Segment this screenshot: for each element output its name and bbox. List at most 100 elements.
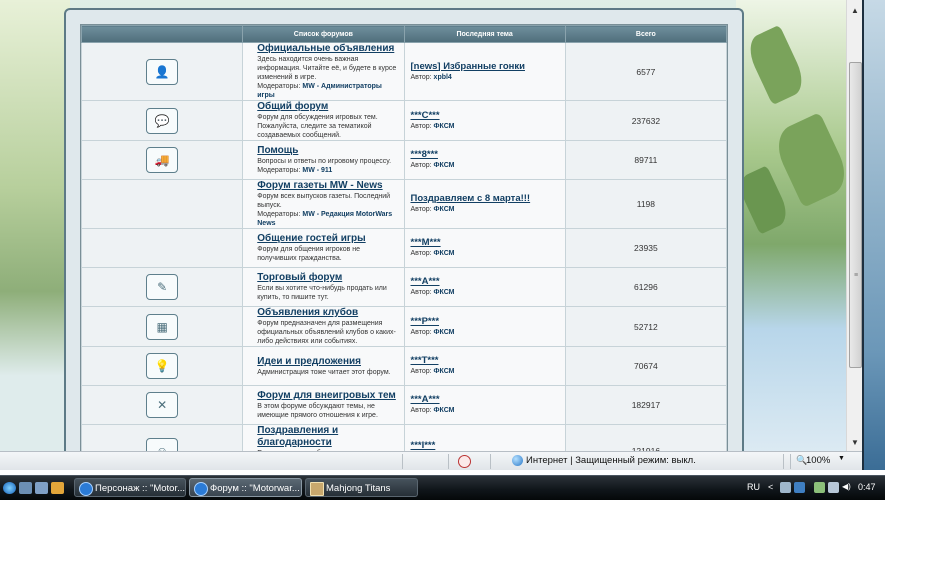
mahjong-icon	[310, 482, 324, 496]
author-link[interactable]: ФКСМ	[434, 123, 455, 130]
scrollbar-thumb[interactable]: ≡	[849, 62, 862, 368]
forum-description: Форум для общения игроков не получивших …	[257, 246, 361, 262]
last-topic-link[interactable]: ***A***	[411, 394, 559, 406]
last-topic-link[interactable]: ***P***	[411, 316, 559, 328]
author-link[interactable]: xpbl4	[434, 74, 452, 81]
forum-icon-cell: ✕	[81, 385, 244, 425]
last-topic-link[interactable]: ***I***	[411, 440, 559, 452]
chat-bubbles-icon: 💬	[146, 107, 179, 134]
author-label: Автор:	[410, 73, 432, 81]
tray-app-icon-3[interactable]	[828, 482, 839, 493]
forum-icon-cell: ✎	[81, 267, 244, 307]
author-link[interactable]: ФКСМ	[434, 368, 455, 375]
ie-quicklaunch-icon[interactable]	[3, 482, 16, 494]
topic-count: 1198	[564, 179, 727, 229]
last-topic-cell: [news] Избранные гонки Автор: xpbl4	[403, 42, 566, 101]
last-topic-link[interactable]: ***T***	[411, 355, 559, 367]
author-link[interactable]: ФКСМ	[434, 407, 455, 414]
network-icon[interactable]	[780, 482, 791, 493]
taskbar-button-mahjong[interactable]: Mahjong Titans	[305, 478, 418, 497]
header-total: Всего	[564, 25, 727, 43]
forum-moderators: Модераторы: MW - Администраторы игры	[257, 82, 399, 100]
last-topic-author: Автор: ФКСМ	[411, 406, 559, 416]
forum-title-link[interactable]: Общий форум	[257, 101, 399, 113]
last-topic-cell: ***8*** Автор: ФКСМ	[403, 140, 566, 180]
last-topic-link[interactable]: ***A***	[411, 276, 559, 288]
header-forums: Список форумов	[242, 25, 405, 43]
forum-info-cell: Общий форум Форум для обсуждения игровых …	[242, 100, 405, 141]
author-label: Автор:	[410, 122, 432, 130]
media-player-icon[interactable]	[51, 482, 64, 494]
clock[interactable]: 0:47	[858, 482, 876, 492]
last-topic-link[interactable]: Поздравляем с 8 марта!!!	[411, 193, 559, 205]
taskbar-button-forum[interactable]: Форум :: "Motorwar...	[189, 478, 302, 497]
page-background-right	[734, 0, 854, 470]
forum-title-link[interactable]: Идеи и предложения	[257, 356, 399, 368]
topic-count: 23935	[564, 228, 727, 268]
switch-windows-icon[interactable]	[35, 482, 48, 494]
moderators-label: Модераторы:	[257, 211, 301, 218]
last-topic-link[interactable]: [news] Избранные гонки	[411, 61, 559, 73]
truck-icon: 🚚	[146, 147, 179, 173]
forum-info-cell: Официальные объявления Здесь находится оч…	[242, 42, 405, 101]
zoom-level[interactable]: 100%	[806, 455, 830, 466]
last-topic-author: Автор: ФКСМ	[411, 367, 559, 377]
author-label: Автор:	[410, 250, 432, 257]
last-topic-link[interactable]: ***M***	[411, 237, 559, 249]
offtopic-icon: ✕	[146, 392, 179, 418]
language-indicator[interactable]: RU	[747, 482, 760, 492]
last-topic-author: Автор: ФКСМ	[411, 328, 559, 338]
forum-info-cell: Объявления клубов Форум предназначен для …	[242, 306, 405, 347]
author-link[interactable]: ФКСМ	[434, 250, 455, 257]
forum-moderators: Модераторы: MW - Редакция MotorWars News	[257, 210, 399, 228]
author-link[interactable]: ФКСМ	[434, 206, 455, 213]
forum-description: Здесь находится очень важная информация.…	[257, 56, 397, 81]
forum-row: Форум газеты MW - News Форум всех выпуско…	[81, 179, 727, 229]
taskbar-button-character[interactable]: Персонаж :: "Motor...	[74, 478, 186, 497]
forum-icon-cell: 🚚	[81, 140, 244, 180]
tray-app-icon-2[interactable]	[814, 482, 825, 493]
forum-title-link[interactable]: Поздравления и благодарности	[257, 425, 399, 449]
tray-expand-icon[interactable]: <	[768, 482, 773, 492]
volume-icon[interactable]: ◀)	[842, 482, 851, 491]
last-topic-cell: ***T*** Автор: ФКСМ	[403, 346, 566, 386]
forum-title-link[interactable]: Форум для внеигровых тем	[257, 390, 399, 402]
forum-info-cell: Помощь Вопросы и ответы по игровому проце…	[242, 140, 405, 180]
forum-description: Форум всех выпусков газеты. Последний вы…	[257, 193, 391, 209]
forum-title-link[interactable]: Общение гостей игры	[257, 233, 399, 245]
show-desktop-icon[interactable]	[19, 482, 32, 494]
topic-count: 61296	[564, 267, 727, 307]
header-last-topic: Последняя тема	[403, 25, 566, 43]
popup-blocker-icon[interactable]	[458, 455, 471, 468]
last-topic-cell: ***A*** Автор: ФКСМ	[403, 385, 566, 425]
author-label: Автор:	[410, 407, 432, 414]
forum-title-link[interactable]: Помощь	[257, 145, 399, 157]
zoom-dropdown-icon[interactable]: ▼	[838, 455, 845, 462]
author-link[interactable]: ФКСМ	[434, 289, 455, 296]
ie-icon	[79, 482, 93, 496]
last-topic-link[interactable]: ***C***	[411, 110, 559, 122]
scroll-down-arrow-icon[interactable]: ▼	[851, 438, 859, 447]
moderators-label: Модераторы:	[257, 83, 301, 90]
last-topic-link[interactable]: ***8***	[411, 149, 559, 161]
scroll-up-arrow-icon[interactable]: ▲	[851, 6, 859, 15]
taskbar: Персонаж :: "Motor... Форум :: "Motorwar…	[0, 475, 885, 500]
last-topic-author: Автор: ФКСМ	[411, 122, 559, 132]
moderators-link[interactable]: MW - 911	[302, 167, 332, 174]
last-topic-cell: Поздравляем с 8 марта!!! Автор: ФКСМ	[403, 179, 566, 229]
last-topic-cell: ***C*** Автор: ФКСМ	[403, 100, 566, 141]
security-zone-text[interactable]: Интернет | Защищенный режим: выкл.	[526, 455, 696, 466]
forum-title-link[interactable]: Форум газеты MW - News	[257, 180, 399, 192]
forum-table: Список форумов Последняя тема Всего 👤 Офи…	[81, 25, 727, 455]
forum-row: 👤 Официальные объявления Здесь находится о…	[81, 42, 727, 101]
topic-count: 89711	[564, 140, 727, 180]
last-topic-author: Автор: xpbl4	[411, 73, 559, 83]
tray-app-icon[interactable]	[794, 482, 805, 493]
forum-description: Вопросы и ответы по игровому процессу.	[257, 158, 392, 165]
forum-title-link[interactable]: Официальные объявления	[257, 43, 399, 55]
author-link[interactable]: ФКСМ	[434, 329, 455, 336]
forum-title-link[interactable]: Объявления клубов	[257, 307, 399, 319]
vertical-scrollbar[interactable]: ▲ ≡ ▼	[846, 0, 862, 451]
author-link[interactable]: ФКСМ	[434, 162, 455, 169]
forum-title-link[interactable]: Торговый форум	[257, 272, 399, 284]
